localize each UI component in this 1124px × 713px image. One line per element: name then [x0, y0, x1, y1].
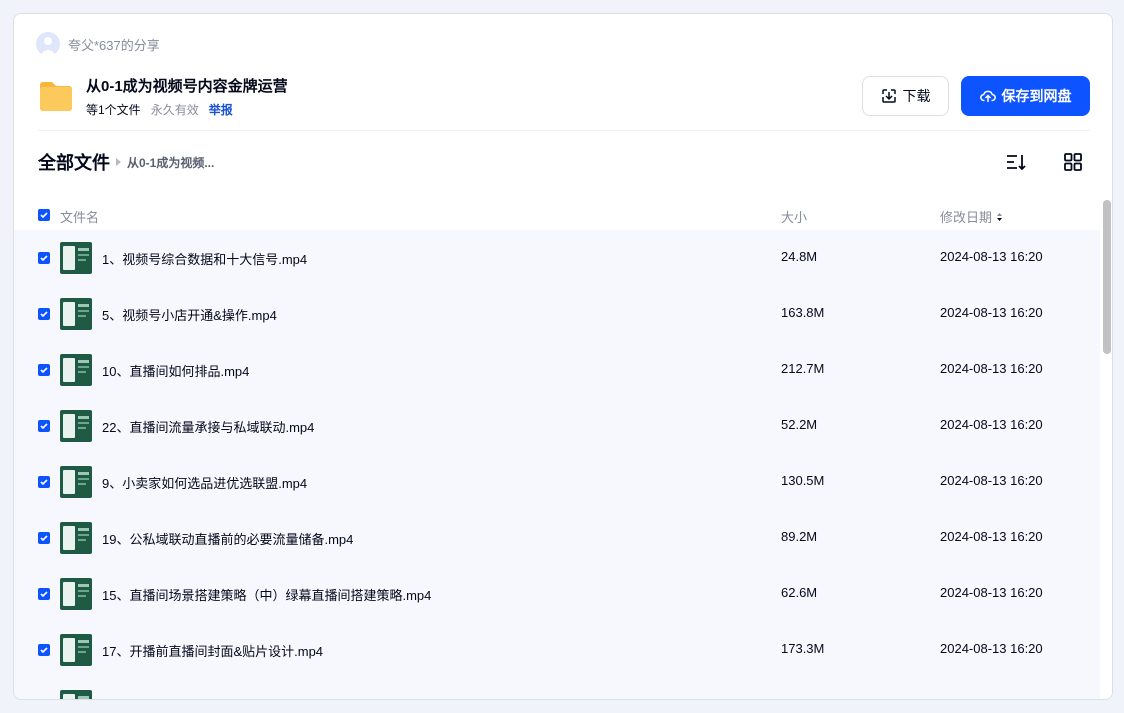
report-link[interactable]: 举报: [209, 102, 233, 118]
user-avatar-icon: [36, 32, 60, 56]
file-name[interactable]: 19、公私域联动直播前的必要流量储备.mp4: [102, 529, 353, 548]
save-label: 保存到网盘: [1001, 88, 1072, 104]
share-title-block: 从0-1成为视频号内容金牌运营 等1个文件 永久有效 举报: [86, 77, 288, 118]
checkbox-checked-icon: [40, 647, 48, 654]
row-checkbox[interactable]: [38, 476, 50, 488]
file-size: 130.5M: [781, 473, 825, 488]
column-header-date-label: 修改日期: [940, 210, 993, 225]
breadcrumb-root[interactable]: 全部文件: [38, 149, 110, 175]
checkbox-checked-icon: [40, 535, 48, 542]
checkbox-checked-icon: [40, 423, 48, 430]
file-count: 等1个文件: [86, 103, 141, 117]
checkbox-checked-icon: [40, 212, 48, 219]
file-list: 1、视频号综合数据和十大信号.mp4 24.8M 2024-08-13 16:2…: [14, 230, 1100, 699]
table-row[interactable]: 19、公私域联动直播前的必要流量储备.mp4 89.2M 2024-08-13 …: [14, 510, 1100, 566]
sort-arrows-icon: [997, 212, 1003, 221]
share-meta: 等1个文件 永久有效 举报: [86, 102, 288, 118]
file-size: 212.7M: [781, 361, 825, 376]
video-thumbnail: [60, 466, 92, 498]
table-row[interactable]: 22、直播间流量承接与私域联动.mp4 52.2M 2024-08-13 16:…: [14, 398, 1100, 454]
column-header-date[interactable]: 修改日期: [940, 207, 1003, 226]
scrollbar[interactable]: [1100, 200, 1112, 699]
sort-icon[interactable]: [1004, 150, 1028, 174]
file-name[interactable]: 9、小卖家如何选品进优选联盟.mp4: [102, 473, 307, 492]
column-header-name[interactable]: 文件名: [60, 207, 99, 226]
share-panel: 夸父*637的分享 从0-1成为视频号内容金牌运营 等1个文件 永久有效 举报 …: [13, 13, 1113, 700]
folder-icon: [40, 82, 72, 111]
grid-view-icon[interactable]: [1061, 150, 1085, 174]
download-icon: [881, 89, 896, 103]
video-thumbnail: [60, 410, 92, 442]
save-to-drive-button[interactable]: 保存到网盘: [961, 76, 1090, 116]
table-row[interactable]: 5、视频号小店开通&操作.mp4 163.8M 2024-08-13 16:20: [14, 286, 1100, 342]
row-checkbox[interactable]: [38, 588, 50, 600]
video-thumbnail: [60, 578, 92, 610]
video-thumbnail: [60, 690, 92, 699]
file-date: 2024-08-13 16:20: [940, 473, 1043, 488]
file-date: 2024-08-13 16:20: [940, 585, 1043, 600]
table-row[interactable]: [14, 678, 1100, 699]
breadcrumb-current: 从0-1成为视频...: [127, 155, 215, 170]
file-size: 24.8M: [781, 249, 818, 264]
row-checkbox[interactable]: [38, 364, 50, 376]
download-label: 下载: [902, 88, 931, 104]
checkbox-checked-icon: [40, 255, 48, 262]
video-thumbnail: [60, 634, 92, 666]
file-date: 2024-08-13 16:20: [940, 529, 1043, 544]
table-row[interactable]: 17、开播前直播间封面&贴片设计.mp4 173.3M 2024-08-13 1…: [14, 622, 1100, 678]
row-checkbox[interactable]: [38, 532, 50, 544]
file-size: 173.3M: [781, 641, 825, 656]
file-date: 2024-08-13 16:20: [940, 417, 1043, 432]
file-size: 89.2M: [781, 529, 818, 544]
video-thumbnail: [60, 354, 92, 386]
validity-label: 永久有效: [150, 103, 199, 117]
divider: [38, 130, 1090, 131]
file-name[interactable]: 10、直播间如何排品.mp4: [102, 361, 249, 380]
sharer-name: 夸父*637的分享: [68, 37, 160, 53]
scrollbar-thumb[interactable]: [1103, 200, 1111, 354]
video-thumbnail: [60, 522, 92, 554]
video-thumbnail: [60, 298, 92, 330]
row-checkbox[interactable]: [38, 420, 50, 432]
checkbox-checked-icon: [40, 311, 48, 318]
cloud-upload-icon: [979, 90, 996, 102]
file-size: 62.6M: [781, 585, 818, 600]
file-name[interactable]: 5、视频号小店开通&操作.mp4: [102, 305, 277, 324]
column-header-size[interactable]: 大小: [781, 207, 807, 226]
share-title: 从0-1成为视频号内容金牌运营: [86, 78, 288, 95]
file-date: 2024-08-13 16:20: [940, 641, 1043, 656]
file-name[interactable]: 17、开播前直播间封面&贴片设计.mp4: [102, 641, 323, 660]
table-header: 文件名 大小 修改日期: [14, 200, 1100, 230]
file-size: 52.2M: [781, 417, 818, 432]
checkbox-checked-icon: [40, 367, 48, 374]
breadcrumb: 全部文件 从0-1成为视频...: [38, 150, 214, 174]
table-row[interactable]: 1、视频号综合数据和十大信号.mp4 24.8M 2024-08-13 16:2…: [14, 230, 1100, 286]
file-date: 2024-08-13 16:20: [940, 361, 1043, 376]
video-thumbnail: [60, 242, 92, 274]
checkbox-checked-icon: [40, 591, 48, 598]
breadcrumb-separator-icon: [116, 158, 121, 166]
file-date: 2024-08-13 16:20: [940, 249, 1043, 264]
checkbox-checked-icon: [40, 479, 48, 486]
table-row[interactable]: 9、小卖家如何选品进优选联盟.mp4 130.5M 2024-08-13 16:…: [14, 454, 1100, 510]
file-name[interactable]: 1、视频号综合数据和十大信号.mp4: [102, 249, 307, 268]
download-button[interactable]: 下载: [862, 76, 949, 116]
table-row[interactable]: 15、直播间场景搭建策略（中）绿幕直播间搭建策略.mp4 62.6M 2024-…: [14, 566, 1100, 622]
file-size: 163.8M: [781, 305, 825, 320]
row-checkbox[interactable]: [38, 308, 50, 320]
row-checkbox[interactable]: [38, 644, 50, 656]
table-row[interactable]: 10、直播间如何排品.mp4 212.7M 2024-08-13 16:20: [14, 342, 1100, 398]
file-name[interactable]: 22、直播间流量承接与私域联动.mp4: [102, 417, 314, 436]
select-all-checkbox[interactable]: [38, 209, 50, 221]
row-checkbox[interactable]: [38, 252, 50, 264]
sharer-info: 夸父*637的分享: [36, 32, 160, 56]
file-name[interactable]: 15、直播间场景搭建策略（中）绿幕直播间搭建策略.mp4: [102, 585, 431, 604]
file-date: 2024-08-13 16:20: [940, 305, 1043, 320]
